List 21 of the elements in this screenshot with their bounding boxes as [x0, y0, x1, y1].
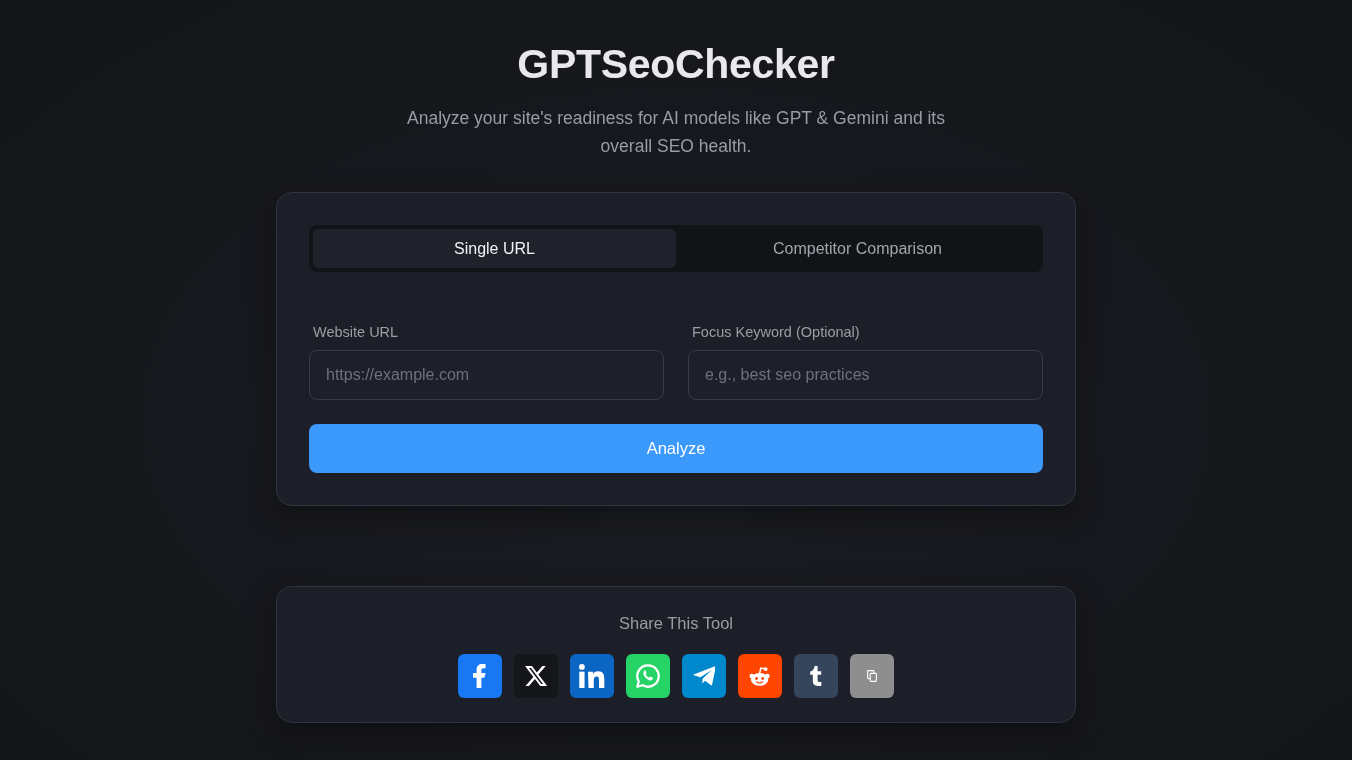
copy-icon — [867, 670, 877, 682]
field-label: Website URL — [313, 323, 399, 342]
share-heading: Share This Tool — [618, 613, 733, 634]
alien-head-icon — [749, 666, 771, 686]
text-input-field[interactable]: e.g., best seo practices — [688, 350, 1043, 400]
app-title: GPTSeoChecker — [517, 40, 835, 88]
mode-tab[interactable]: Competitor Comparison — [676, 229, 1039, 268]
letter-t-icon — [810, 666, 822, 686]
share-button[interactable] — [794, 654, 838, 698]
speech-bubble-phone-icon — [636, 664, 660, 688]
share-button[interactable] — [458, 654, 502, 698]
letters-in-icon — [579, 664, 605, 688]
field-label: Focus Keyword (Optional) — [692, 323, 860, 342]
paper-plane-icon — [692, 666, 716, 686]
share-button[interactable] — [570, 654, 614, 698]
letter-f-icon — [473, 664, 487, 688]
mode-tab[interactable]: Single URL — [313, 229, 676, 268]
text-input-field[interactable]: https://example.com — [309, 350, 664, 400]
app-subtitle: Analyze your site's readiness for AI models like GPT & Gemini and its overall SEO health. — [406, 107, 946, 158]
share-button[interactable] — [514, 654, 558, 698]
letter-x-icon — [525, 666, 547, 686]
